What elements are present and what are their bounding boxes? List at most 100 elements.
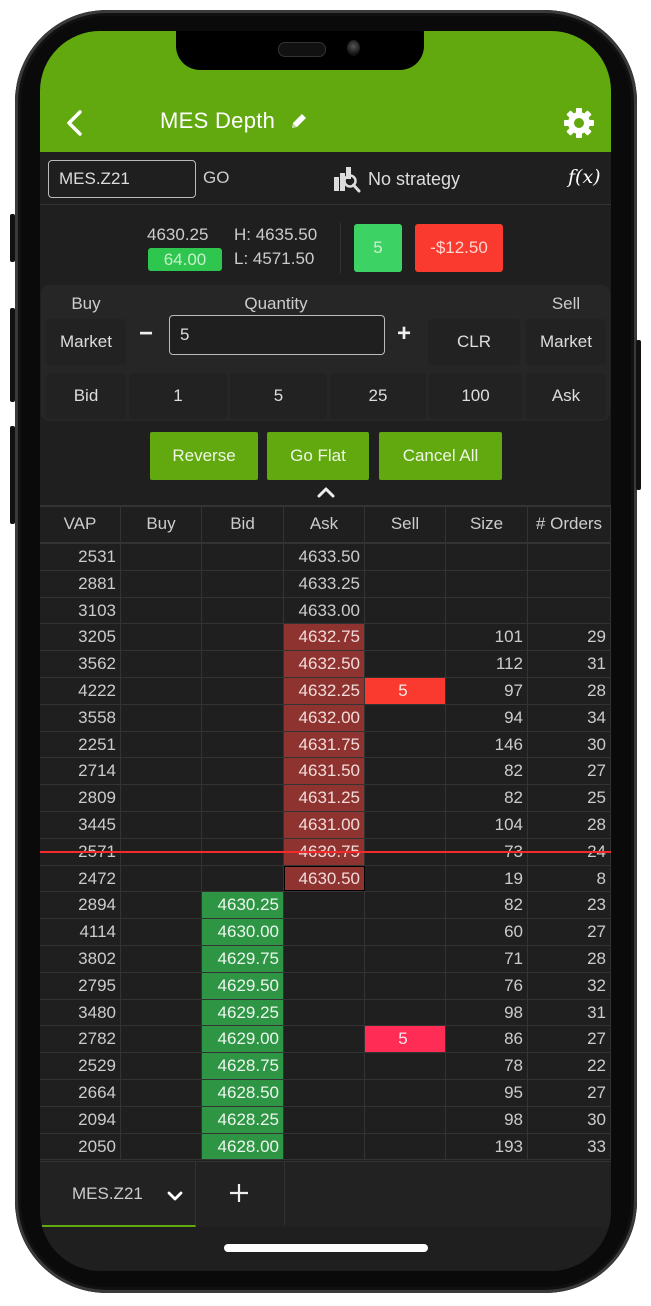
clear-quantity-button[interactable]: CLR	[428, 319, 520, 365]
bid-cell[interactable]	[202, 785, 284, 811]
bid-cell[interactable]	[202, 731, 284, 758]
go-button[interactable]: GO	[203, 168, 229, 188]
buy-cell[interactable]	[121, 597, 202, 624]
bid-cell[interactable]: 4628.00	[202, 1133, 284, 1160]
bid-cell[interactable]	[202, 811, 284, 838]
sell-cell[interactable]	[365, 919, 446, 945]
buy-cell[interactable]	[121, 624, 202, 651]
sell-cell[interactable]	[365, 1133, 446, 1160]
buy-cell[interactable]	[121, 570, 202, 597]
ask-cell[interactable]: 4632.25	[284, 677, 365, 704]
ask-cell[interactable]	[284, 1133, 365, 1160]
ask-cell[interactable]	[284, 945, 365, 972]
working-sell-order[interactable]: 5	[365, 677, 446, 704]
bid-cell[interactable]: 4629.25	[202, 999, 284, 1026]
buy-cell[interactable]	[121, 1053, 202, 1079]
ask-cell[interactable]	[284, 892, 365, 919]
ask-cell[interactable]: 4632.75	[284, 624, 365, 651]
bid-cell[interactable]: 4629.00	[202, 1026, 284, 1053]
sell-cell[interactable]	[365, 704, 446, 731]
add-tab-button[interactable]	[196, 1162, 285, 1225]
ask-cell[interactable]: 4633.50	[284, 544, 365, 570]
buy-cell[interactable]	[121, 919, 202, 945]
strategy-selector[interactable]: No strategy	[332, 165, 460, 193]
home-indicator[interactable]	[224, 1244, 428, 1252]
preset-quantity-1[interactable]: 1	[129, 373, 227, 419]
bid-cell[interactable]: 4630.25	[202, 892, 284, 919]
buy-cell[interactable]	[121, 677, 202, 704]
buy-cell[interactable]	[121, 651, 202, 677]
ask-cell[interactable]: 4631.25	[284, 785, 365, 811]
buy-cell[interactable]	[121, 1106, 202, 1133]
ask-cell[interactable]	[284, 1106, 365, 1133]
bid-cell[interactable]: 4629.75	[202, 945, 284, 972]
bid-button[interactable]: Bid	[46, 373, 126, 419]
decrease-quantity-button[interactable]: −	[139, 320, 153, 348]
ask-cell[interactable]: 4631.75	[284, 731, 365, 758]
bid-cell[interactable]: 4628.25	[202, 1106, 284, 1133]
bid-cell[interactable]	[202, 624, 284, 651]
sell-cell[interactable]	[365, 597, 446, 624]
ask-cell[interactable]: 4631.50	[284, 758, 365, 785]
bid-cell[interactable]	[202, 651, 284, 677]
collapse-panel-button[interactable]	[316, 485, 336, 499]
bid-cell[interactable]: 4630.00	[202, 919, 284, 945]
ask-cell[interactable]: 4631.00	[284, 811, 365, 838]
sell-cell[interactable]	[365, 624, 446, 651]
working-sell-order[interactable]: 5	[365, 1026, 446, 1053]
bid-cell[interactable]: 4629.50	[202, 972, 284, 999]
buy-cell[interactable]	[121, 1079, 202, 1106]
chevron-down-icon[interactable]	[167, 1190, 183, 1202]
buy-cell[interactable]	[121, 892, 202, 919]
ask-cell[interactable]	[284, 972, 365, 999]
bid-cell[interactable]	[202, 544, 284, 570]
ask-cell[interactable]: 4632.50	[284, 651, 365, 677]
bid-cell[interactable]	[202, 704, 284, 731]
sell-cell[interactable]	[365, 1079, 446, 1106]
buy-cell[interactable]	[121, 758, 202, 785]
bid-cell[interactable]	[202, 570, 284, 597]
ask-cell[interactable]	[284, 1026, 365, 1053]
sell-cell[interactable]	[365, 865, 446, 892]
reverse-button[interactable]: Reverse	[150, 432, 258, 480]
bid-cell[interactable]	[202, 865, 284, 892]
ask-cell[interactable]	[284, 1053, 365, 1079]
settings-button[interactable]	[561, 105, 597, 141]
sell-cell[interactable]	[365, 785, 446, 811]
bid-cell[interactable]	[202, 597, 284, 624]
sell-cell[interactable]	[365, 811, 446, 838]
buy-cell[interactable]	[121, 972, 202, 999]
bid-cell[interactable]: 4628.50	[202, 1079, 284, 1106]
buy-cell[interactable]	[121, 811, 202, 838]
ask-cell[interactable]: 4633.25	[284, 570, 365, 597]
buy-cell[interactable]	[121, 704, 202, 731]
sell-cell[interactable]	[365, 945, 446, 972]
sell-cell[interactable]	[365, 892, 446, 919]
tab-mes-z21[interactable]: MES.Z21	[40, 1162, 196, 1227]
bid-cell[interactable]	[202, 758, 284, 785]
buy-cell[interactable]	[121, 865, 202, 892]
buy-cell[interactable]	[121, 1026, 202, 1053]
buy-cell[interactable]	[121, 785, 202, 811]
pnl-badge[interactable]: -$12.50	[415, 224, 503, 272]
sell-cell[interactable]	[365, 972, 446, 999]
sell-cell[interactable]	[365, 758, 446, 785]
preset-quantity-100[interactable]: 100	[429, 373, 522, 419]
ask-button[interactable]: Ask	[526, 373, 606, 419]
ask-cell[interactable]: 4630.50	[284, 865, 365, 892]
preset-quantity-5[interactable]: 5	[230, 373, 327, 419]
increase-quantity-button[interactable]: +	[397, 320, 411, 348]
ask-cell[interactable]	[284, 999, 365, 1026]
sell-cell[interactable]	[365, 1053, 446, 1079]
sell-cell[interactable]	[365, 651, 446, 677]
buy-cell[interactable]	[121, 731, 202, 758]
back-button[interactable]	[62, 107, 90, 139]
quantity-input[interactable]	[169, 315, 385, 355]
position-badge[interactable]: 5	[354, 224, 402, 272]
formula-button[interactable]: f(x)	[568, 166, 601, 188]
buy-cell[interactable]	[121, 999, 202, 1026]
symbol-input[interactable]	[48, 160, 196, 198]
cancel-all-button[interactable]: Cancel All	[379, 432, 502, 480]
buy-cell[interactable]	[121, 945, 202, 972]
bid-cell[interactable]	[202, 677, 284, 704]
